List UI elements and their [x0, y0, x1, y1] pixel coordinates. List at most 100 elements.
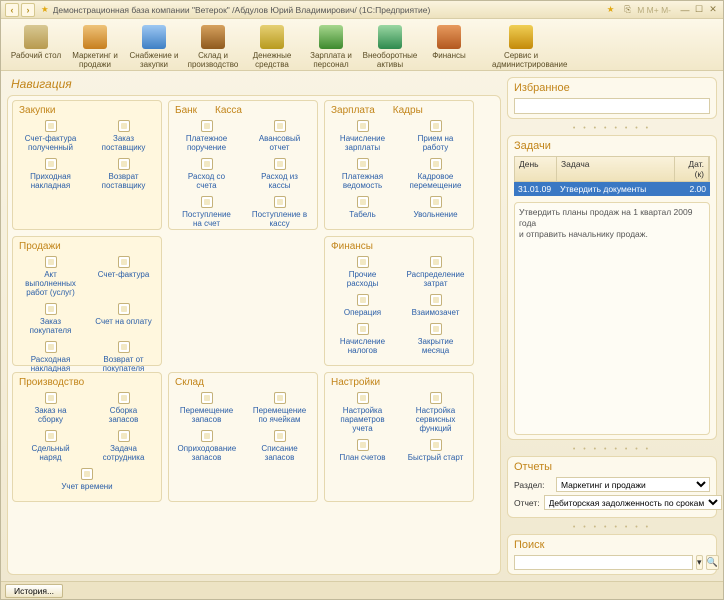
- star-icon[interactable]: ★: [607, 4, 615, 15]
- nav-forward-button[interactable]: ›: [21, 3, 35, 17]
- item-prochie-rashody[interactable]: Прочие расходы: [334, 256, 392, 288]
- item-uchet-vremeni[interactable]: Учет времени: [58, 468, 116, 491]
- col-day[interactable]: День: [515, 157, 557, 181]
- item-akt-rabot[interactable]: Акт выполненных работ (услуг): [22, 256, 80, 297]
- item-oprihodovanie-zapasov[interactable]: Оприходование запасов: [178, 430, 236, 462]
- item-vozvrat-postavshiku[interactable]: Возврат поставщику: [95, 158, 153, 190]
- search-panel: Поиск ▾ 🔍: [507, 534, 717, 575]
- group-zakupki: Закупки Счет-фактура полученный Заказ по…: [12, 100, 162, 230]
- item-rashod-iz-kassy[interactable]: Расход из кассы: [251, 158, 309, 190]
- tb-money[interactable]: Денежные средства: [243, 23, 301, 69]
- tb-desktop[interactable]: Рабочий стол: [7, 23, 65, 60]
- divider[interactable]: • • • • • • • •: [507, 524, 717, 528]
- item-zakrytie-mesyatsa[interactable]: Закрытие месяца: [407, 323, 465, 355]
- item-bystryj-start[interactable]: Быстрый старт: [407, 439, 465, 462]
- section-label: Раздел:: [514, 480, 552, 490]
- item-priem-na-rabotu[interactable]: Прием на работу: [407, 120, 465, 152]
- divider[interactable]: • • • • • • • •: [507, 446, 717, 450]
- item-zakaz-postavshiku[interactable]: Заказ поставщику: [95, 120, 153, 152]
- left-pane: Навигация Закупки Счет-фактура полученны…: [7, 77, 501, 575]
- item-platezhnaya-vedomost[interactable]: Платежная ведомость: [334, 158, 392, 190]
- link-icon[interactable]: ⎘: [624, 4, 631, 15]
- close-button[interactable]: ✕: [707, 4, 719, 16]
- item-zakaz-na-sborku[interactable]: Заказ на сборку: [22, 392, 80, 424]
- process-map-panel: Закупки Счет-фактура полученный Заказ по…: [7, 95, 501, 575]
- tb-supply[interactable]: Снабжение и закупки: [125, 23, 183, 69]
- group-title: ЗарплатаКадры: [331, 105, 467, 116]
- item-prihodnaya-nakladnaya[interactable]: Приходная накладная: [22, 158, 80, 190]
- section-select[interactable]: Маркетинг и продажи: [556, 477, 710, 492]
- item-rashodnaya-nakladnaya[interactable]: Расходная накладная: [22, 341, 80, 373]
- tb-service[interactable]: Сервис и администрирование: [492, 23, 550, 69]
- search-input[interactable]: [514, 555, 693, 570]
- salary-icon: [319, 25, 343, 49]
- divider[interactable]: • • • • • • • •: [507, 125, 717, 129]
- group-nastroiki: Настройки Настройка параметров учета Нас…: [324, 372, 474, 502]
- search-button[interactable]: 🔍: [706, 555, 719, 570]
- item-uvolnenie[interactable]: Увольнение: [407, 196, 465, 219]
- tb-salary[interactable]: Зарплата и персонал: [302, 23, 360, 69]
- item-operatsiya[interactable]: Операция: [334, 294, 392, 317]
- calc-memory-text: M M+ M-: [637, 5, 671, 15]
- group-title: Продажи: [19, 241, 155, 252]
- item-schet-faktura-poluch[interactable]: Счет-фактура полученный: [22, 120, 80, 152]
- tb-warehouse[interactable]: Склад и производство: [184, 23, 242, 69]
- item-rashod-so-scheta[interactable]: Расход со счета: [178, 158, 236, 190]
- item-sborka-zapasov[interactable]: Сборка запасов: [95, 392, 153, 424]
- tb-finance[interactable]: Финансы: [420, 23, 478, 60]
- item-sdelnyj-naryad[interactable]: Сдельный наряд: [22, 430, 80, 462]
- item-peremeshenie-po-yachejkam[interactable]: Перемещение по ячейкам: [251, 392, 309, 424]
- favorite-star-icon[interactable]: ★: [41, 4, 49, 15]
- task-desc-line1: Утвердить планы продаж на 1 квартал 2009…: [519, 207, 705, 229]
- item-schet-na-oplatu[interactable]: Счет на оплату: [95, 303, 153, 335]
- group-title: Закупки: [19, 105, 155, 116]
- group-title: Финансы: [331, 241, 467, 252]
- group-sklad: Склад Перемещение запасов Перемещение по…: [168, 372, 318, 502]
- tb-marketing[interactable]: Маркетинг и продажи: [66, 23, 124, 69]
- item-platezhnoe-poruchenie[interactable]: Платежное поручение: [178, 120, 236, 152]
- item-vzaimozachet[interactable]: Взаимозачет: [407, 294, 465, 317]
- col-task[interactable]: Задача: [557, 157, 675, 181]
- item-postuplenie-na-schet[interactable]: Поступление на счет: [178, 196, 236, 228]
- item-nastroika-servisnyh-funkcij[interactable]: Настройка сервисных функций: [407, 392, 465, 433]
- item-kadrovoe-peremeshenie[interactable]: Кадровое перемещение: [407, 158, 465, 190]
- item-postuplenie-v-kassu[interactable]: Поступление в кассу: [251, 196, 309, 228]
- marketing-icon: [83, 25, 107, 49]
- task-name: Утвердить документы: [556, 182, 676, 196]
- item-nachislenie-nalogov[interactable]: Начисление налогов: [334, 323, 392, 355]
- search-title: Поиск: [514, 539, 710, 551]
- item-avansovyj-otchet[interactable]: Авансовый отчет: [251, 120, 309, 152]
- group-title: Производство: [19, 377, 155, 388]
- report-label: Отчет:: [514, 498, 540, 508]
- item-raspredelenie-zatrat[interactable]: Распределение затрат: [407, 256, 465, 288]
- task-row[interactable]: 31.01.09 Утвердить документы 2.00: [514, 182, 710, 196]
- item-nachislenie-zarplaty[interactable]: Начисление зарплаты: [334, 120, 392, 152]
- item-tabel[interactable]: Табель: [334, 196, 392, 219]
- group-bank-kassa: БанкКасса Платежное поручение Авансовый …: [168, 100, 318, 230]
- maximize-button[interactable]: ☐: [693, 4, 705, 16]
- service-icon: [509, 25, 533, 49]
- nav-back-button[interactable]: ‹: [5, 3, 19, 17]
- content-area: Навигация Закупки Счет-фактура полученны…: [1, 71, 723, 581]
- item-vozvrat-ot-pokupatelya[interactable]: Возврат от покупателя: [95, 341, 153, 373]
- item-plan-schetov[interactable]: План счетов: [334, 439, 392, 462]
- tb-assets[interactable]: Внеоборотные активы: [361, 23, 419, 69]
- item-zadacha-sotrudnika[interactable]: Задача сотрудника: [95, 430, 153, 462]
- minimize-button[interactable]: —: [679, 4, 691, 16]
- search-dropdown-button[interactable]: ▾: [696, 555, 703, 570]
- col-date[interactable]: Дат. (к): [675, 157, 709, 181]
- item-schet-faktura[interactable]: Счет-фактура: [95, 256, 153, 297]
- favorites-title: Избранное: [514, 82, 710, 94]
- assets-icon: [378, 25, 402, 49]
- item-peremeshenie-zapasov[interactable]: Перемещение запасов: [178, 392, 236, 424]
- report-select[interactable]: Дебиторская задолженность по срокам: [544, 495, 722, 510]
- history-button[interactable]: История...: [5, 584, 63, 598]
- favorites-input[interactable]: [514, 98, 710, 114]
- supply-icon: [142, 25, 166, 49]
- group-zarplata-kadry: ЗарплатаКадры Начисление зарплаты Прием …: [324, 100, 474, 230]
- item-spisanie-zapasov[interactable]: Списание запасов: [251, 430, 309, 462]
- reports-panel: Отчеты Раздел: Маркетинг и продажи Отчет…: [507, 456, 717, 518]
- item-nastroika-parametrov-ucheta[interactable]: Настройка параметров учета: [334, 392, 392, 433]
- app-window: ‹ › ★ Демонстрационная база компании "Ве…: [0, 0, 724, 600]
- item-zakaz-pokupatelya[interactable]: Заказ покупателя: [22, 303, 80, 335]
